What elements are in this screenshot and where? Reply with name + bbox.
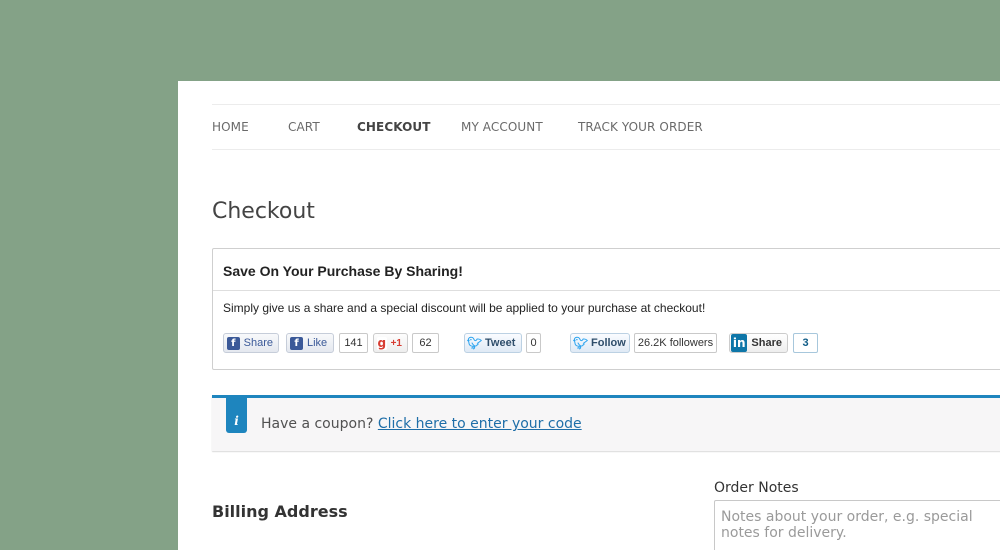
nav-track-order[interactable]: TRACK YOUR ORDER xyxy=(578,120,703,134)
coupon-notice: i Have a coupon? Click here to enter you… xyxy=(212,395,1000,451)
main-nav: HOME CART CHECKOUT MY ACCOUNT TRACK YOUR… xyxy=(212,104,1000,150)
share-discount-box: Save On Your Purchase By Sharing! Simply… xyxy=(212,248,1000,370)
twitter-followers-count: 26.2K followers xyxy=(634,333,717,353)
facebook-icon: f xyxy=(290,336,303,350)
enter-coupon-link[interactable]: Click here to enter your code xyxy=(378,416,582,432)
twitter-tweet-count: 0 xyxy=(526,333,541,353)
google-plus-count: 62 xyxy=(412,333,439,353)
info-icon: i xyxy=(226,395,247,433)
linkedin-share-count: 3 xyxy=(793,333,818,353)
facebook-share-label: Share xyxy=(243,337,273,349)
google-plus-icon: g xyxy=(377,336,387,350)
twitter-bird-icon: 🐦︎ xyxy=(572,336,589,350)
linkedin-icon: in xyxy=(731,334,748,352)
facebook-like-count: 141 xyxy=(339,333,368,353)
linkedin-share-label: Share xyxy=(751,337,782,349)
nav-checkout[interactable]: CHECKOUT xyxy=(357,120,431,134)
order-notes-label: Order Notes xyxy=(714,480,799,496)
twitter-tweet-label: Tweet xyxy=(485,337,516,349)
nav-cart[interactable]: CART xyxy=(288,120,320,134)
facebook-share-button[interactable]: f Share xyxy=(223,333,279,353)
nav-home[interactable]: HOME xyxy=(212,120,249,134)
nav-my-account[interactable]: MY ACCOUNT xyxy=(461,120,543,134)
twitter-follow-button[interactable]: 🐦︎ Follow xyxy=(570,333,630,353)
facebook-like-label: Like xyxy=(307,337,328,349)
coupon-prompt: Have a coupon? xyxy=(261,416,374,432)
facebook-like-button[interactable]: f Like xyxy=(286,333,334,353)
share-box-divider xyxy=(213,290,1000,291)
share-box-description: Simply give us a share and a special dis… xyxy=(223,301,706,315)
twitter-bird-icon: 🐦︎ xyxy=(466,336,483,350)
twitter-follow-label: Follow xyxy=(591,337,626,349)
page-sheet: HOME CART CHECKOUT MY ACCOUNT TRACK YOUR… xyxy=(178,81,1000,550)
google-plus-button[interactable]: g +1 xyxy=(373,333,408,353)
share-box-title: Save On Your Purchase By Sharing! xyxy=(223,263,463,279)
order-notes-field[interactable] xyxy=(714,500,1000,550)
facebook-icon: f xyxy=(227,336,240,350)
twitter-tweet-button[interactable]: 🐦︎ Tweet xyxy=(464,333,522,353)
page-title: Checkout xyxy=(212,199,315,224)
coupon-message: Have a coupon? Click here to enter your … xyxy=(261,416,582,432)
billing-address-heading: Billing Address xyxy=(212,502,348,521)
linkedin-share-button[interactable]: in Share xyxy=(729,333,788,353)
google-plus-label: +1 xyxy=(390,337,402,349)
